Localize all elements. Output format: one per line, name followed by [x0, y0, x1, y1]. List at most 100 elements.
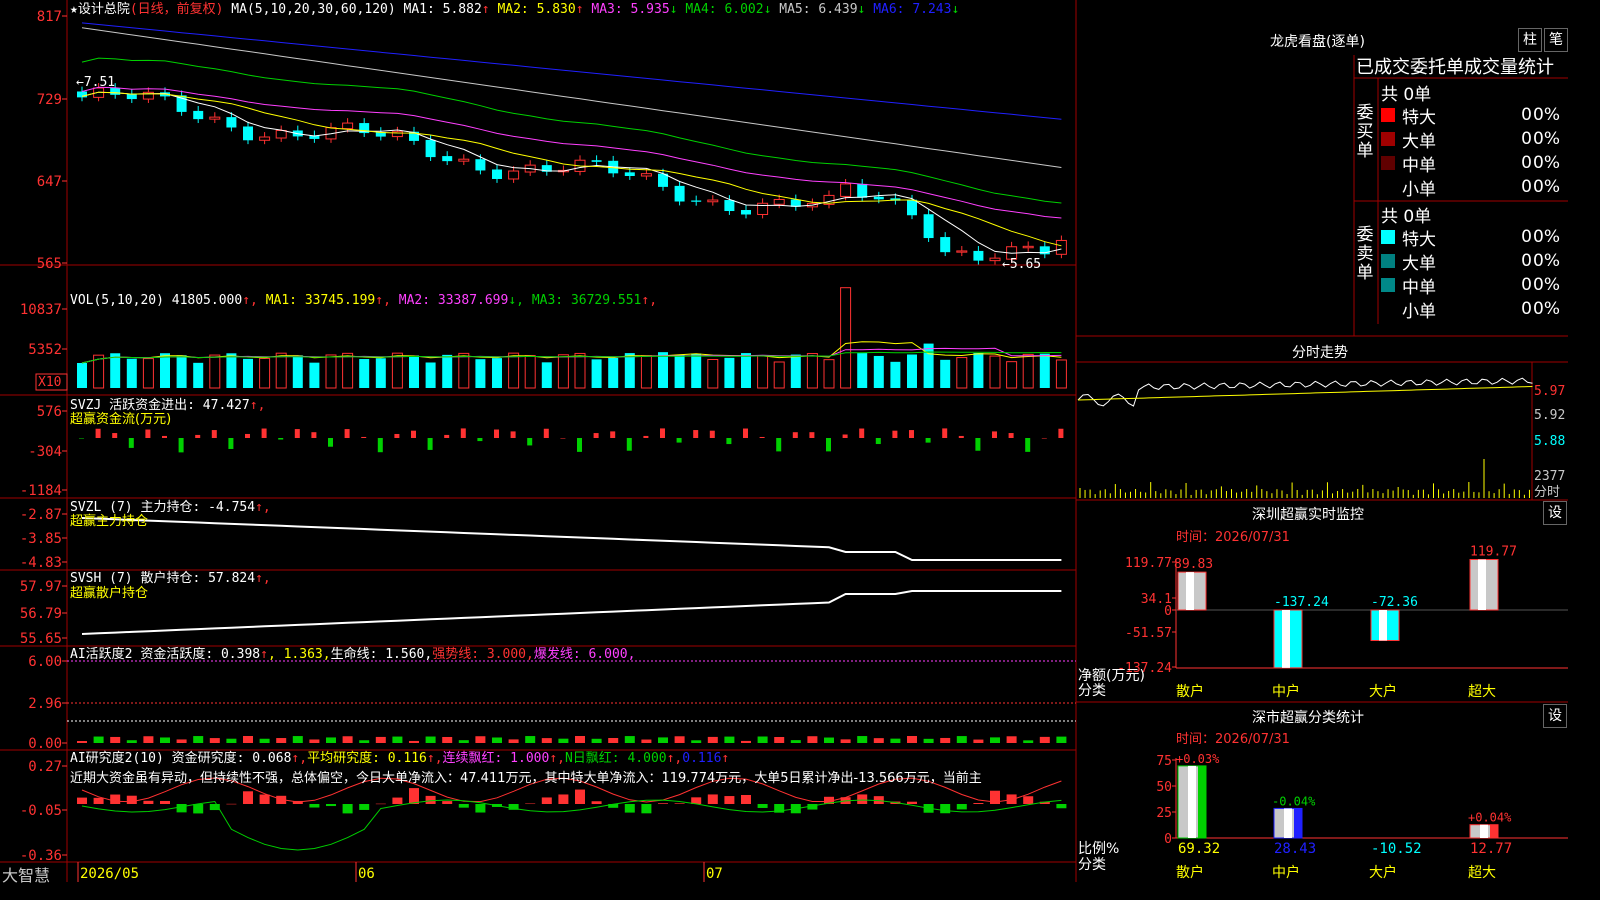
activity-bar — [392, 736, 403, 743]
candle-body — [691, 200, 702, 202]
fund-flow-bar — [294, 429, 300, 438]
bar-mode-button[interactable]: 柱 — [1518, 28, 1542, 52]
fund-flow-bar — [261, 428, 267, 438]
volume-bar — [724, 357, 735, 388]
volume-bar — [1022, 353, 1034, 389]
research-bar — [193, 804, 204, 814]
fund-flow-bar — [162, 435, 167, 438]
candle-body — [907, 199, 917, 216]
volume-bar — [873, 355, 884, 388]
fund-flow-bar — [842, 434, 848, 438]
activity-bar — [724, 736, 735, 743]
minute-ytick: 5.97 — [1534, 384, 1565, 399]
tab-stats[interactable]: 统计 — [1518, 53, 1554, 79]
activity-bar — [807, 736, 818, 743]
activity-bar — [77, 741, 87, 743]
tab-orders[interactable]: 委托单 — [1410, 53, 1464, 79]
research-bar — [575, 789, 585, 804]
class-ylabel: 比例% — [1078, 841, 1119, 857]
activity-bar — [1056, 736, 1067, 743]
fund-flow-bar — [875, 438, 881, 445]
candle-body — [840, 183, 852, 197]
order-percent: 0% — [1533, 177, 1560, 197]
volume-bar — [890, 361, 901, 388]
activity-bar — [342, 736, 353, 743]
svzl-ytick: -4.83 — [20, 555, 62, 571]
ai-research-legend: AI研究度2(10) 资金研究度: 0.068↑,平均研究度: 0.116↑,连… — [70, 750, 729, 766]
class-time-label: 时间：2026/07/31 — [1176, 732, 1290, 747]
fund-flow-bar — [709, 430, 715, 438]
sz-settings-button[interactable]: 设 — [1543, 501, 1567, 525]
tab-volume[interactable]: 成交量 — [1464, 53, 1518, 79]
activity-bar — [292, 736, 303, 743]
volume-bar — [110, 353, 121, 388]
activity-bar — [774, 737, 785, 743]
volume-bar — [1055, 359, 1067, 389]
volume-bar — [160, 353, 170, 388]
volume-bar — [823, 359, 835, 389]
order-percent: 0% — [1533, 275, 1560, 295]
vol-unit-label: X10 — [38, 375, 61, 390]
svsh-subtitle: 超赢散户持仓 — [70, 585, 148, 601]
sz-monitor-title: 深圳超赢实时监控 — [1252, 507, 1364, 523]
fund-flow-bar — [942, 428, 948, 438]
class-bar-accent — [1198, 765, 1206, 838]
fund-flow-bar — [975, 438, 981, 451]
tab-traded[interactable]: 已成交 — [1356, 53, 1410, 79]
tick-mode-button[interactable]: 笔 — [1544, 28, 1568, 52]
research-bar — [541, 797, 552, 804]
research-bar — [724, 796, 735, 804]
activity-bar — [458, 740, 469, 743]
longhu-panel: 龙虎看盘(逐单) 柱 笔 已成交 委托单 成交量 统计 委 买 单共 0单 特大 0… — [1078, 0, 1568, 336]
volume-bar — [209, 354, 221, 389]
minute-vol-top: 2377 — [1534, 469, 1565, 484]
activity-bar — [525, 736, 536, 743]
fund-flow-bar — [245, 433, 250, 438]
fund-flow-bar — [494, 429, 499, 438]
volume-bar — [707, 359, 719, 389]
volume-bar — [524, 355, 536, 389]
order-count: 0 — [1521, 275, 1532, 295]
volume-bar — [77, 363, 87, 388]
sz-bar-highlight — [1478, 559, 1486, 610]
candle-body — [973, 250, 984, 261]
order-count: 0 — [1521, 299, 1532, 319]
activity-bar — [940, 737, 951, 743]
research-bar — [1056, 804, 1067, 809]
fund-flow-bar — [361, 436, 367, 438]
candle-body — [741, 210, 751, 215]
research-bar — [326, 804, 336, 807]
research-bar — [110, 794, 121, 804]
volume-bar — [492, 358, 502, 388]
fund-flow-bar — [1025, 438, 1031, 452]
activity-bar — [259, 738, 270, 743]
svsh-legend: SVSH (7) 散户持仓: 57.824↑, — [70, 570, 271, 586]
activity-bar — [591, 738, 602, 743]
research-bar — [558, 794, 569, 804]
volume-bar — [857, 353, 868, 388]
candle-body — [1055, 239, 1067, 255]
candle-body — [624, 172, 635, 177]
research-avg-line — [81, 799, 1062, 851]
activity-bar — [674, 736, 685, 743]
volume-bar — [375, 358, 386, 388]
volume-bar — [956, 357, 968, 389]
candle-body — [126, 93, 137, 100]
activity-bar — [790, 740, 801, 743]
fund-flow-bar — [1058, 428, 1064, 438]
activity-bar — [126, 740, 137, 743]
fund-flow-bar — [660, 428, 665, 438]
research-bar — [442, 801, 453, 804]
candle-body — [342, 122, 354, 130]
activity-bar — [824, 737, 834, 743]
class-settings-button[interactable]: 设 — [1543, 704, 1567, 728]
volume-bar — [691, 353, 702, 388]
svsh-ytick: 57.97 — [20, 579, 62, 595]
candle-body — [458, 158, 470, 162]
buy-orders-total: 共 0单 — [1381, 85, 1432, 105]
candle-body — [591, 160, 602, 162]
volume-bar — [475, 359, 486, 388]
price-ytick: 817 — [37, 9, 62, 25]
candle-body — [193, 110, 204, 120]
activity-bar — [176, 739, 187, 743]
